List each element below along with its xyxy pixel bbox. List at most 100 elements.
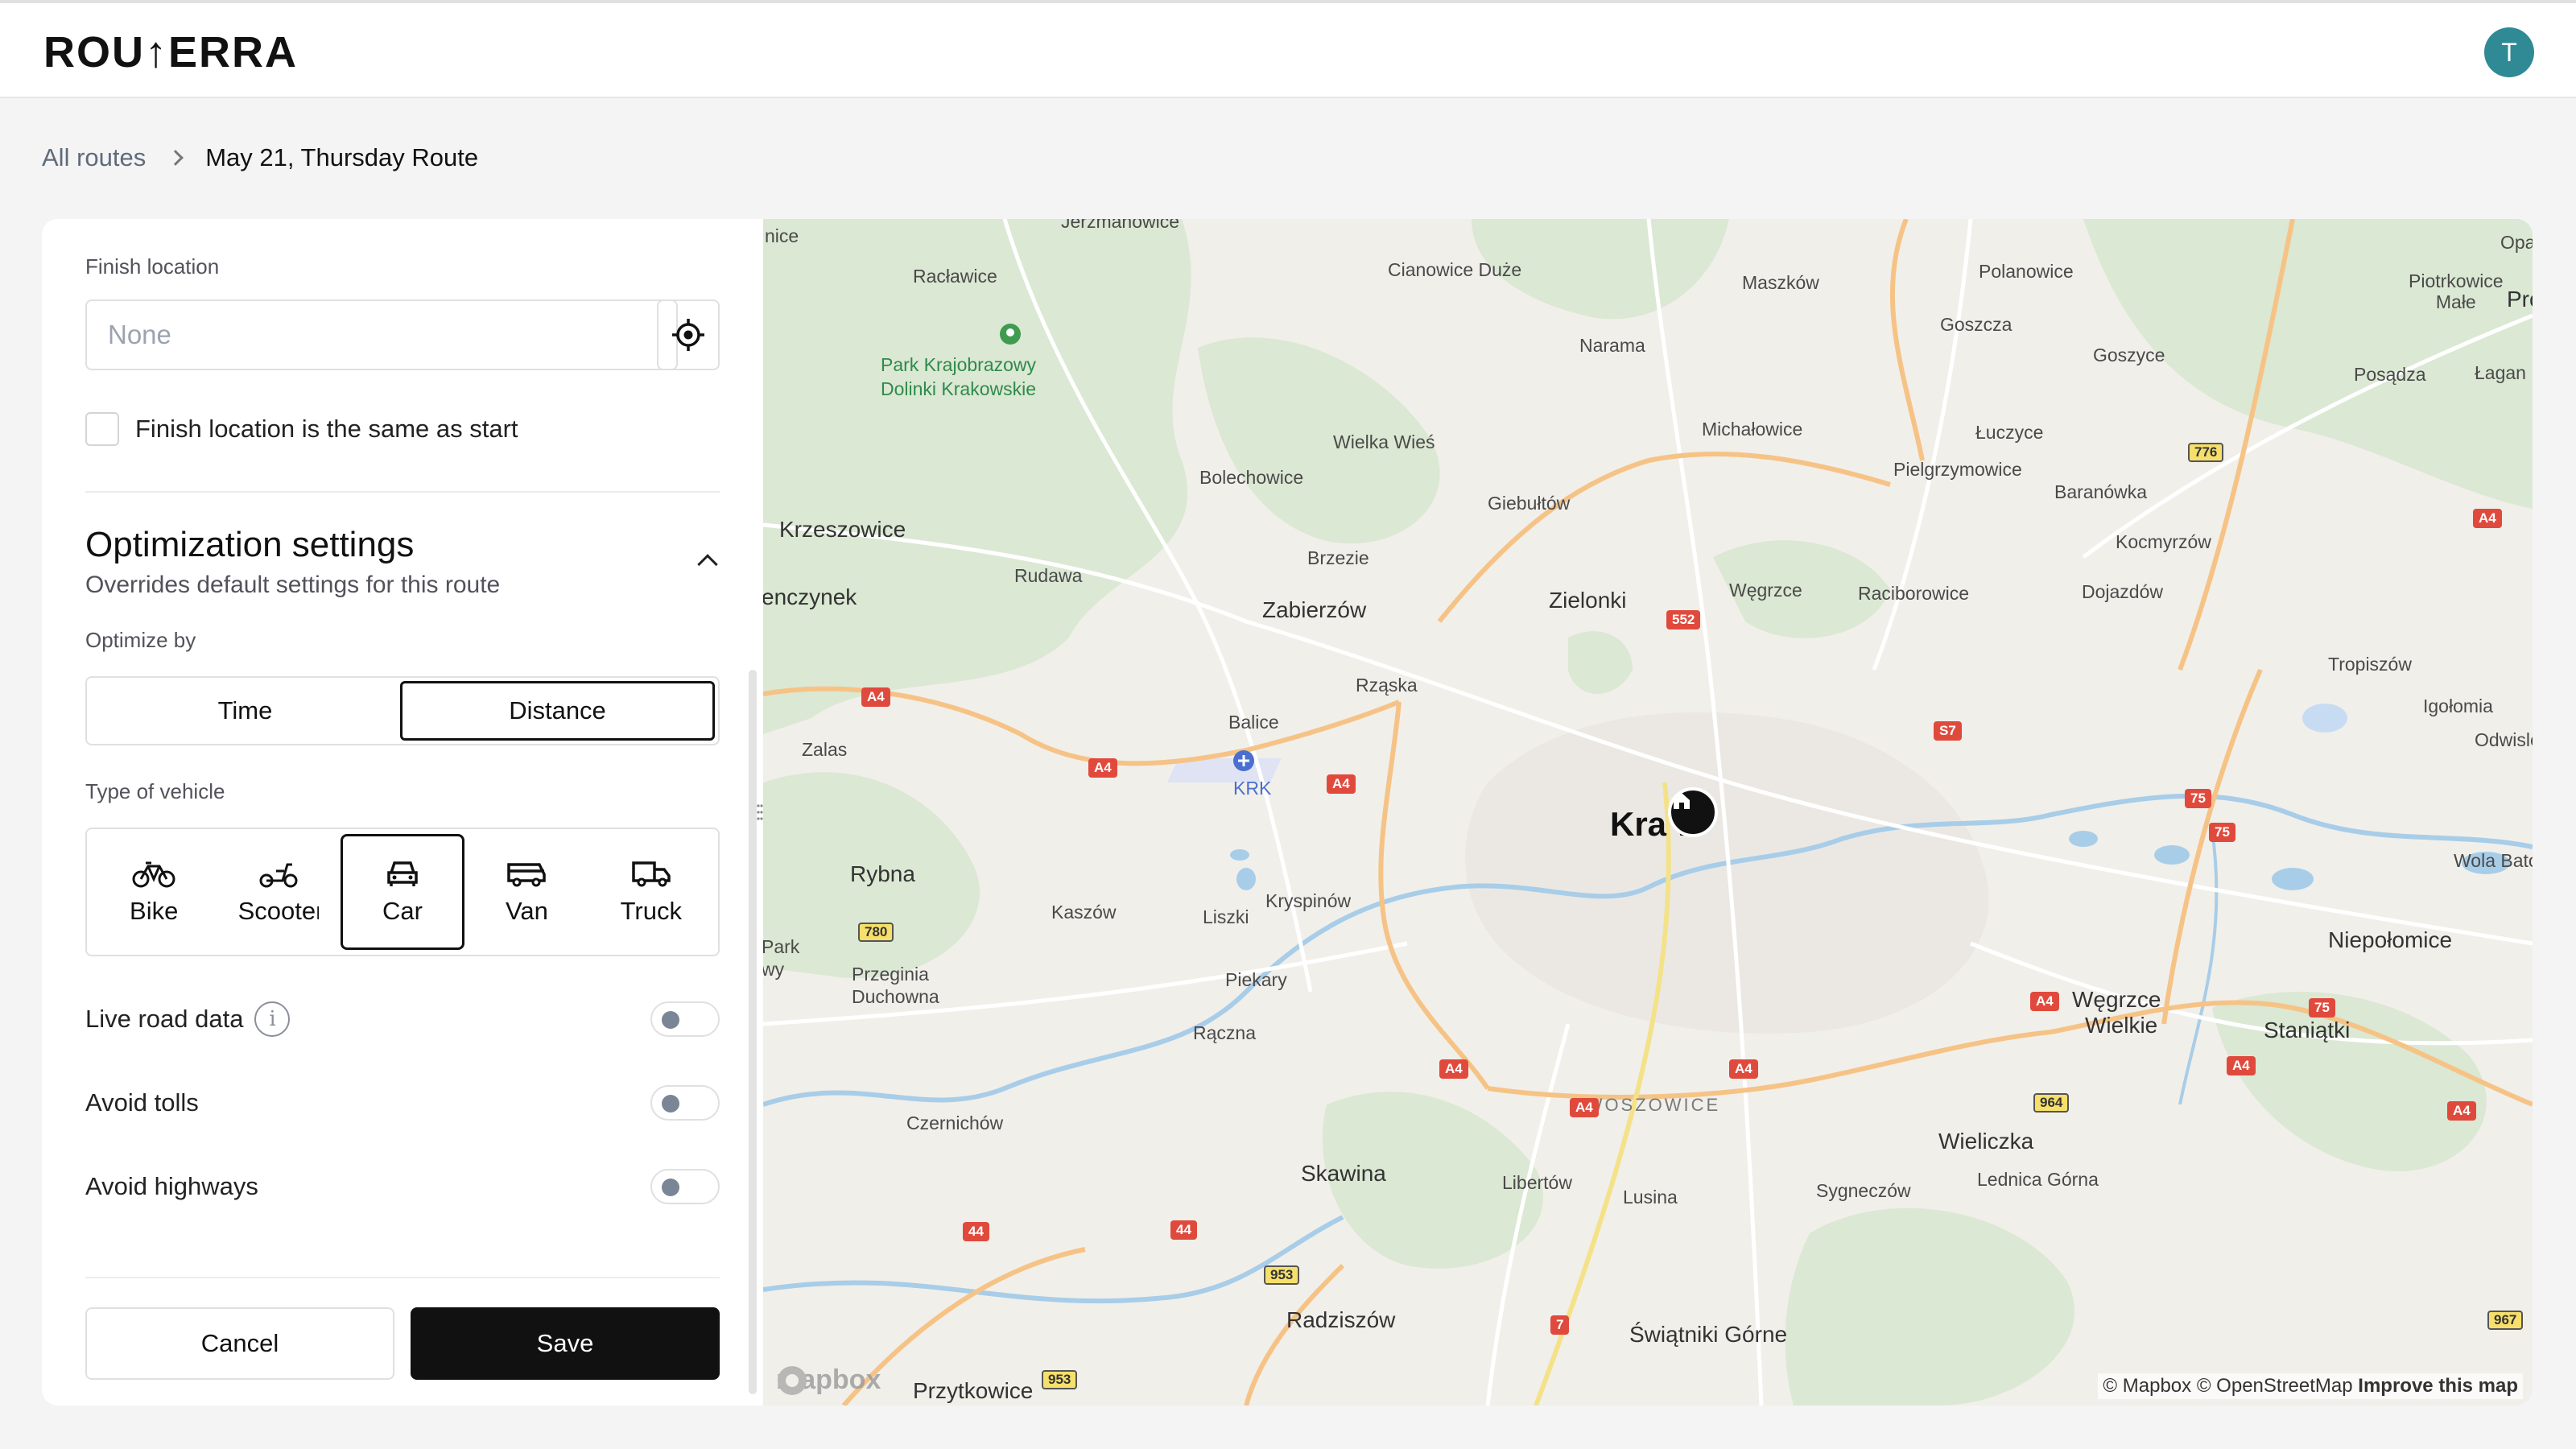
road-badge: 967 bbox=[2487, 1311, 2524, 1330]
map-label: Pro bbox=[2507, 287, 2533, 312]
map-label-line: Piotrkowice bbox=[2409, 270, 2504, 291]
info-icon[interactable]: i bbox=[254, 1001, 291, 1037]
mapbox-mark-icon bbox=[778, 1366, 807, 1395]
optimize-distance-button[interactable]: Distance bbox=[400, 681, 715, 741]
road-badge: A4 bbox=[861, 687, 890, 707]
map-label: Park Krajobrazowy Dolinki Krakowskie bbox=[881, 353, 1036, 401]
breadcrumb-current: May 21, Thursday Route bbox=[205, 143, 479, 171]
optimization-title: Optimization settings bbox=[85, 525, 415, 564]
map-label: Posądza bbox=[2354, 364, 2426, 385]
breadcrumb-all-routes[interactable]: All routes bbox=[42, 143, 146, 172]
live-road-data-row: Live road data i bbox=[85, 995, 720, 1043]
vehicle-van[interactable]: Van bbox=[464, 834, 588, 950]
park-pin-icon bbox=[1000, 324, 1021, 345]
road-badge: A4 bbox=[2030, 992, 2059, 1011]
map-label: Przytkowice bbox=[913, 1378, 1034, 1403]
map-label: Opatkowice bbox=[2500, 232, 2533, 253]
same-as-start-row[interactable]: Finish location is the same as start bbox=[85, 412, 518, 446]
avoid-tolls-label: Avoid tolls bbox=[85, 1088, 199, 1117]
breadcrumb: All routes May 21, Thursday Route bbox=[42, 143, 478, 172]
road-badge: 953 bbox=[1264, 1265, 1300, 1285]
map-label-line: Park Krajobrazowy bbox=[881, 354, 1037, 375]
vehicle-scooter-label: Scooter bbox=[237, 897, 319, 925]
avoid-tolls-toggle[interactable] bbox=[650, 1085, 720, 1121]
section-divider bbox=[85, 491, 720, 493]
map-label: Piekary bbox=[1225, 969, 1287, 990]
vehicle-truck[interactable]: Truck bbox=[589, 834, 713, 950]
map-label: Brzezie bbox=[1307, 547, 1369, 568]
map-label: Przeginia Duchowna bbox=[852, 963, 939, 1008]
road-badge: A4 bbox=[2473, 509, 2502, 528]
truck-icon bbox=[632, 861, 671, 887]
map-label: nice bbox=[765, 225, 799, 246]
map-label: Lusina bbox=[1623, 1187, 1678, 1208]
road-badge: 780 bbox=[858, 923, 894, 942]
improve-map-link[interactable]: Improve this map bbox=[2358, 1375, 2518, 1397]
road-badge: A4 bbox=[1729, 1059, 1758, 1079]
avoid-tolls-row: Avoid tolls bbox=[85, 1079, 720, 1127]
map-label: Libertów bbox=[1502, 1172, 1572, 1193]
finish-location-input[interactable]: None bbox=[85, 299, 678, 370]
road-badge: 776 bbox=[2188, 443, 2224, 462]
live-road-data-toggle[interactable] bbox=[650, 1001, 720, 1037]
map-label: Goszcza bbox=[1940, 314, 2013, 335]
map-label: Niepołomice bbox=[2328, 927, 2453, 952]
map-label: Maszków bbox=[1742, 272, 1819, 293]
scooter-icon bbox=[259, 863, 298, 888]
vehicle-scooter[interactable]: Scooter bbox=[216, 834, 340, 950]
home-icon bbox=[1674, 793, 1690, 809]
vehicle-bike[interactable]: Bike bbox=[92, 834, 216, 950]
map-label: Tropiszów bbox=[2328, 654, 2412, 675]
chevron-up-icon[interactable] bbox=[697, 554, 718, 575]
map-label: Kocmyrzów bbox=[2116, 531, 2211, 552]
road-badge: 44 bbox=[1170, 1220, 1197, 1240]
road-badge: S7 bbox=[1934, 721, 1962, 741]
map-label-line: Małe bbox=[2435, 291, 2476, 312]
same-as-start-label: Finish location is the same as start bbox=[135, 415, 518, 443]
road-badge: A4 bbox=[2447, 1101, 2476, 1121]
map-label: Piotrkowice Małe bbox=[2409, 270, 2504, 312]
avoid-highways-toggle[interactable] bbox=[650, 1169, 720, 1204]
map-label: Wielka Wieś bbox=[1333, 431, 1435, 452]
map-label-line: Dolinki Krakowskie bbox=[881, 378, 1037, 399]
panel-scrollbar[interactable] bbox=[749, 670, 757, 1394]
map-label: Węgrzce bbox=[1729, 580, 1802, 601]
optimize-by-label: Optimize by bbox=[85, 628, 196, 652]
map-label-line: Węgrzce bbox=[2072, 987, 2161, 1012]
route-map[interactable]: nice Jerzmanowice Racławice Park Krajobr… bbox=[763, 219, 2533, 1406]
map-label: Bolechowice bbox=[1199, 467, 1304, 488]
road-badge: A4 bbox=[2227, 1056, 2256, 1075]
bike-icon bbox=[132, 861, 175, 888]
mapbox-logo[interactable]: mapbox bbox=[776, 1364, 881, 1396]
vehicle-car[interactable]: Car bbox=[340, 834, 465, 950]
map-label: Zabierzów bbox=[1262, 597, 1367, 622]
map-label: Skawina bbox=[1301, 1161, 1386, 1186]
footer-divider bbox=[85, 1277, 720, 1278]
map-label: Łagan bbox=[2475, 362, 2526, 383]
user-avatar[interactable]: T bbox=[2484, 27, 2534, 77]
optimize-time-button[interactable]: Time bbox=[90, 681, 400, 741]
map-label: Raciborowice bbox=[1858, 583, 1970, 604]
cancel-button[interactable]: Cancel bbox=[85, 1307, 394, 1380]
map-label-line: Wielkie bbox=[2085, 1013, 2158, 1038]
map-label: Racławice bbox=[913, 266, 997, 287]
settings-panel: Finish location None Finish location is … bbox=[42, 219, 762, 1406]
map-label: Kaszów bbox=[1051, 902, 1117, 923]
home-marker[interactable] bbox=[1668, 787, 1718, 837]
vehicle-type-label: Type of vehicle bbox=[85, 779, 225, 803]
map-label: Pielgrzymowice bbox=[1893, 459, 2022, 480]
map-label-line: Park bbox=[763, 936, 800, 957]
save-button[interactable]: Save bbox=[411, 1307, 720, 1380]
locate-button[interactable] bbox=[657, 299, 720, 370]
routerra-logo[interactable]: ROU↑ERRA bbox=[43, 27, 298, 77]
road-badge: 75 bbox=[2209, 823, 2235, 842]
same-as-start-checkbox[interactable] bbox=[85, 412, 119, 446]
map-label: Rybna bbox=[850, 861, 915, 886]
road-badge: 75 bbox=[2309, 998, 2335, 1018]
attribution-text[interactable]: © Mapbox © OpenStreetMap bbox=[2103, 1375, 2352, 1397]
map-label: Wieliczka bbox=[1938, 1129, 2034, 1154]
map-label: enczynek bbox=[763, 584, 857, 609]
map-attribution[interactable]: © Mapbox © OpenStreetMap Improve this ma… bbox=[2098, 1373, 2523, 1399]
resize-handle-icon[interactable] bbox=[757, 803, 763, 821]
map-label: Wola Batorska bbox=[2454, 850, 2533, 871]
